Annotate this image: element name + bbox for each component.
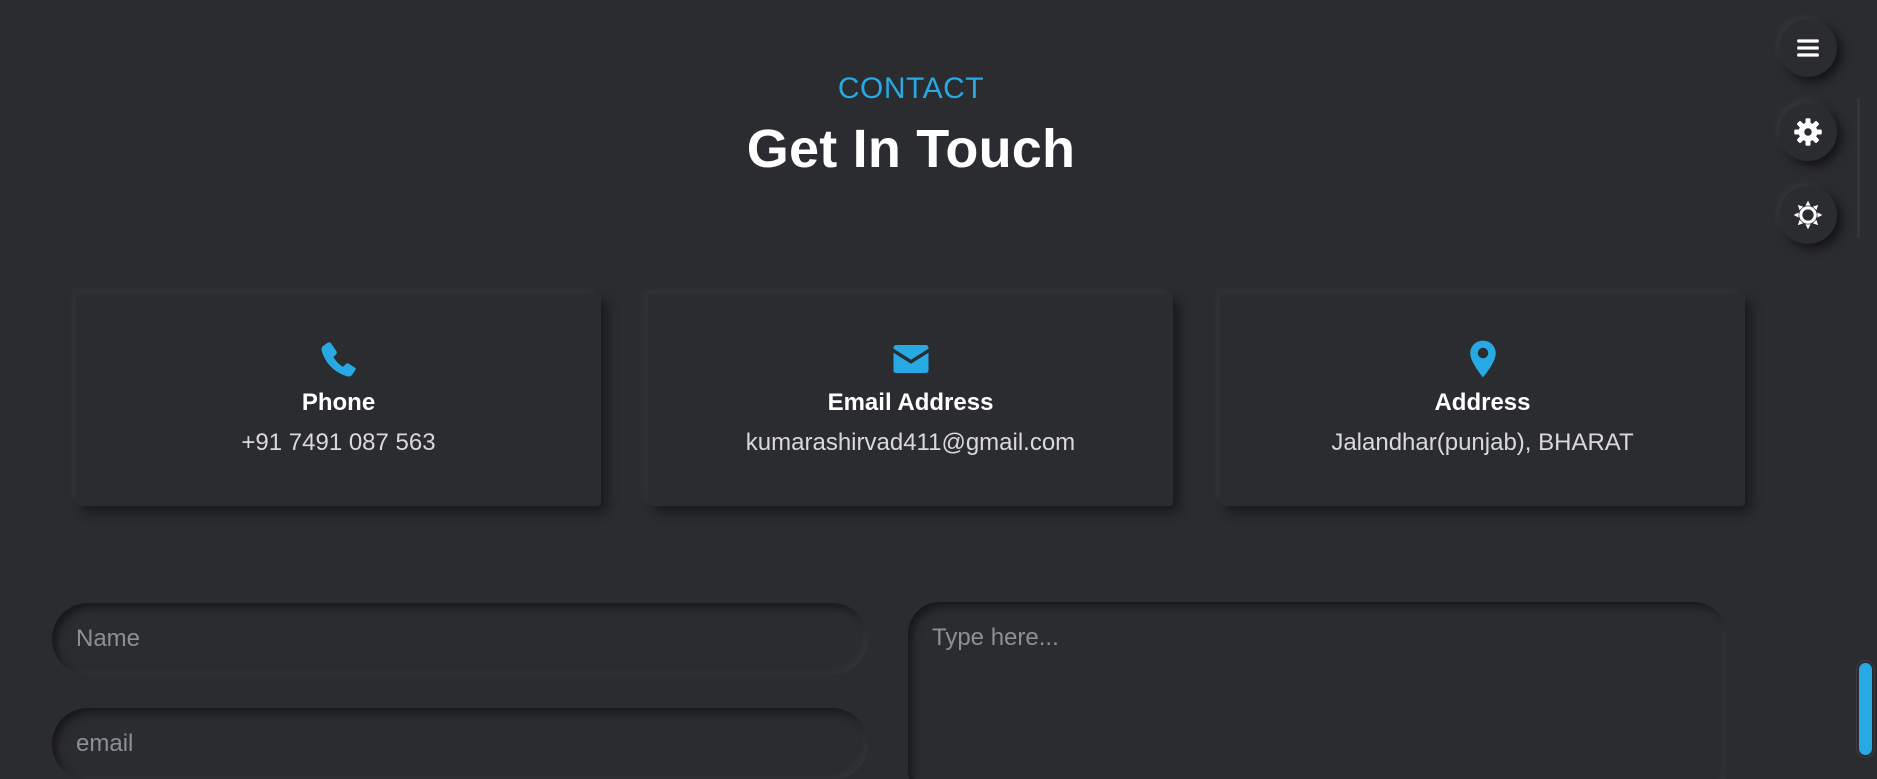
gear-icon xyxy=(1794,118,1822,146)
sun-icon xyxy=(1793,200,1823,230)
card-title: Address xyxy=(1434,389,1531,416)
contact-page: CONTACT Get In Touch Phone +91 7491 087 … xyxy=(0,0,1877,779)
contact-card-address: Address Jalandhar(punjab), BHARAT xyxy=(1220,294,1745,506)
settings-button[interactable] xyxy=(1779,103,1837,161)
map-marker-icon xyxy=(1220,338,1745,380)
scroll-indicator-track xyxy=(1857,98,1860,238)
menu-button[interactable] xyxy=(1779,19,1837,77)
card-value: Jalandhar(punjab), BHARAT xyxy=(1331,429,1634,456)
phone-icon xyxy=(76,338,601,380)
section-title: Get In Touch xyxy=(746,119,1076,179)
card-title: Email Address xyxy=(827,389,994,416)
theme-toggle-button[interactable] xyxy=(1779,186,1837,244)
section-header: CONTACT Get In Touch xyxy=(0,74,1822,179)
message-textarea[interactable] xyxy=(908,602,1726,779)
name-input[interactable] xyxy=(52,603,868,675)
contact-card-phone: Phone +91 7491 087 563 xyxy=(76,294,601,506)
email-input[interactable] xyxy=(52,708,868,779)
menu-icon xyxy=(1797,39,1819,57)
card-value: +91 7491 087 563 xyxy=(241,429,436,456)
contact-card-email: Email Address kumarashirvad411@gmail.com xyxy=(648,294,1173,506)
scrollbar-thumb[interactable] xyxy=(1859,663,1872,755)
card-value: kumarashirvad411@gmail.com xyxy=(745,429,1076,456)
card-title: Phone xyxy=(301,389,376,416)
envelope-icon xyxy=(648,338,1173,380)
section-kicker: CONTACT xyxy=(837,72,985,105)
